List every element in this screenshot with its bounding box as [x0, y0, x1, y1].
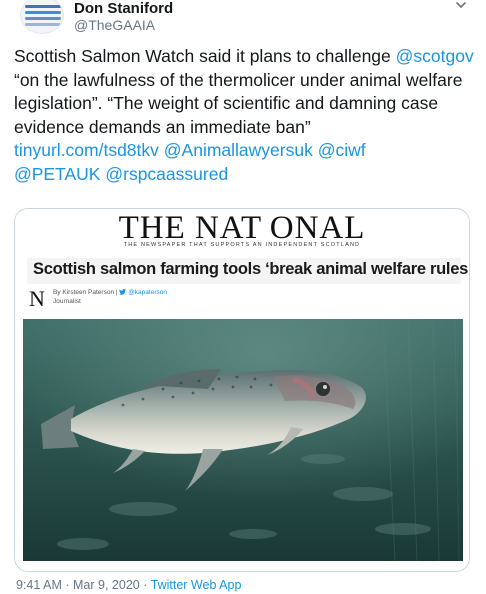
- footer-dot-2: ·: [143, 578, 148, 592]
- mention-ciwf[interactable]: @ciwf: [318, 140, 366, 160]
- mention-scotgov[interactable]: @scotgov: [396, 46, 474, 66]
- footer-dot: ·: [65, 578, 70, 592]
- chevron-down-icon[interactable]: [454, 0, 468, 12]
- tweet-text-quote: “on the lawfulness of the thermolicer un…: [14, 69, 463, 137]
- byline: N By Kirsteen Paterson | @kapaterson Jou…: [27, 287, 327, 315]
- byline-name: By Kirsteen Paterson: [53, 289, 115, 296]
- author-names: Don Staniford @TheGAAIA: [74, 0, 173, 34]
- mention-rspcaassured[interactable]: @rspcaassured: [105, 164, 228, 184]
- masthead: THE NAT ONAL THE NEWSPAPER THAT SUPPORTS…: [15, 209, 469, 259]
- tweet-footer: 9:41 AM · Mar 9, 2020 · Twitter Web App: [16, 578, 241, 592]
- tweet-date[interactable]: Mar 9, 2020: [73, 578, 140, 592]
- tweet-header: Don Staniford @TheGAAIA: [12, 0, 474, 40]
- paper-logo: N: [29, 286, 45, 311]
- byline-role: Journalist: [53, 298, 81, 305]
- byline-author: By Kirsteen Paterson | @kapaterson: [53, 289, 167, 296]
- tweet-source[interactable]: Twitter Web App: [151, 578, 242, 592]
- tweet-link[interactable]: tinyurl.com/tsd8tkv: [14, 140, 159, 160]
- salmon-photo: [23, 319, 463, 561]
- link-card[interactable]: THE NAT ONAL THE NEWSPAPER THAT SUPPORTS…: [14, 208, 470, 572]
- mention-animallawyersuk[interactable]: @Animallawyersuk: [164, 140, 313, 160]
- byline-twitter[interactable]: @kapaterson: [128, 289, 167, 296]
- tweet-text: Scottish Salmon Watch said it plans to c…: [14, 45, 476, 186]
- byline-separator: |: [115, 289, 118, 296]
- headline-bar: Scottish salmon farming tools ‘break ani…: [27, 258, 469, 284]
- handle[interactable]: @TheGAAIA: [74, 17, 173, 34]
- paper-tagline: THE NEWSPAPER THAT SUPPORTS AN INDEPENDE…: [123, 242, 361, 248]
- tweet-text-intro: Scottish Salmon Watch said it plans to c…: [14, 46, 396, 66]
- twitter-bird-icon: [119, 289, 127, 295]
- avatar[interactable]: [20, 0, 64, 34]
- article-headline: Scottish salmon farming tools ‘break ani…: [33, 260, 470, 278]
- display-name[interactable]: Don Staniford: [74, 0, 173, 17]
- mention-petauk[interactable]: @PETAUK: [14, 164, 100, 184]
- tweet-time[interactable]: 9:41 AM: [16, 578, 62, 592]
- tweet: Don Staniford @TheGAAIA Scottish Salmon …: [0, 0, 486, 594]
